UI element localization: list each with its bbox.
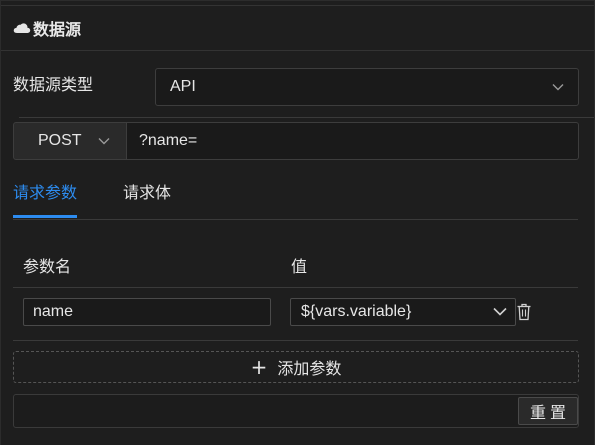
reset-button[interactable]: 重置 bbox=[518, 397, 578, 425]
tab-request-body[interactable]: 请求体 bbox=[123, 179, 171, 203]
datasource-type-label: 数据源类型 bbox=[13, 75, 94, 94]
datasource-type-value: API bbox=[170, 78, 196, 95]
trash-icon[interactable] bbox=[516, 303, 532, 321]
param-value-select[interactable]: ${vars.variable} bbox=[290, 298, 516, 326]
http-method-select[interactable]: POST bbox=[13, 122, 127, 160]
datasource-type-select[interactable]: API bbox=[155, 68, 579, 106]
panel-title: 数据源 bbox=[33, 20, 82, 39]
column-header-param-name: 参数名 bbox=[23, 257, 72, 276]
add-param-label: 添加参数 bbox=[277, 359, 342, 378]
tab-request-params[interactable]: 请求参数 bbox=[13, 179, 78, 218]
chevron-down-icon bbox=[493, 307, 507, 316]
datasource-panel: 数据源 数据源类型 API POST 请求参数 请求体 参数名 值 ${vars… bbox=[0, 0, 595, 445]
http-method-value: POST bbox=[38, 132, 82, 149]
param-name-input[interactable] bbox=[23, 298, 271, 326]
param-value: ${vars.variable} bbox=[301, 303, 412, 320]
params-table-header: 参数名 值 bbox=[13, 241, 578, 288]
table-row: ${vars.variable} bbox=[13, 288, 578, 341]
request-url-row: POST bbox=[13, 122, 579, 160]
cloud-icon bbox=[13, 23, 31, 33]
panel-header: 数据源 bbox=[1, 5, 594, 51]
column-header-value: 值 bbox=[291, 257, 308, 276]
request-tabs: 请求参数 请求体 bbox=[13, 171, 578, 220]
chevron-down-icon bbox=[552, 84, 564, 91]
footer-bar: 重置 bbox=[13, 394, 579, 428]
add-param-button[interactable]: + 添加参数 bbox=[13, 351, 579, 383]
chevron-down-icon bbox=[98, 138, 110, 145]
url-input[interactable] bbox=[127, 122, 579, 160]
plus-icon: + bbox=[250, 355, 268, 379]
